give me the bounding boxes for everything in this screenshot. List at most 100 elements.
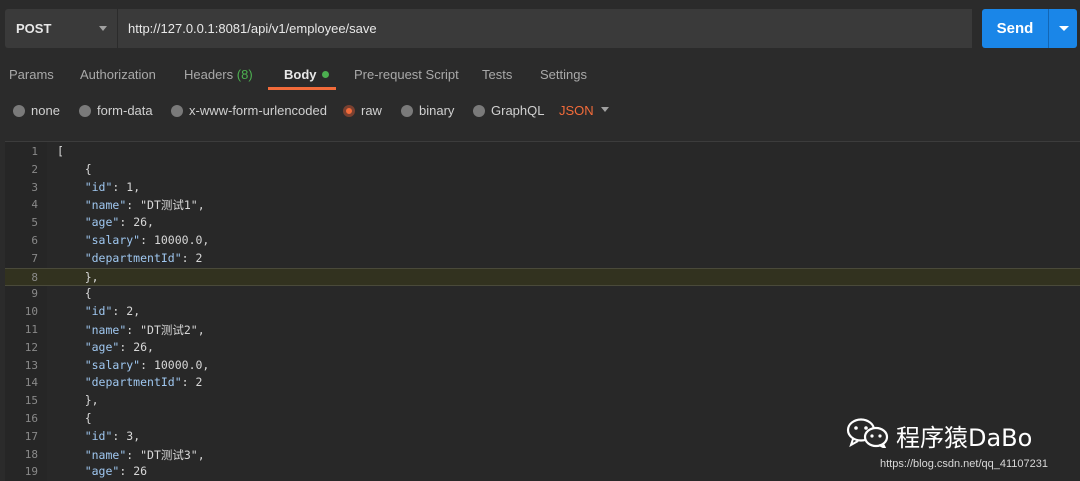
code-line[interactable]: 7 "departmentId": 2 [5, 250, 1080, 268]
code-line[interactable]: 11 "name": "DT测试2", [5, 321, 1080, 339]
radio-icon [79, 104, 91, 117]
radio-icon [473, 104, 485, 117]
code-text: }, [57, 269, 99, 284]
code-line[interactable]: 15 }, [5, 392, 1080, 410]
radio-x-www-form-urlencoded[interactable]: x-www-form-urlencoded [171, 103, 327, 118]
status-dot-icon [321, 71, 329, 79]
send-button[interactable]: Send [982, 9, 1077, 48]
code-line[interactable]: 9 { [5, 285, 1080, 303]
line-number: 17 [24, 429, 38, 443]
code-line[interactable]: 13 "salary": 10000.0, [5, 357, 1080, 375]
tab-tests[interactable]: Tests [482, 67, 512, 82]
code-text: [ [57, 144, 64, 158]
line-number: 9 [31, 287, 38, 301]
tab-label: Params [9, 67, 54, 82]
code-line[interactable]: 1[ [5, 143, 1080, 161]
code-line[interactable]: 6 "salary": 10000.0, [5, 232, 1080, 250]
line-number: 5 [31, 216, 38, 230]
code-text: "name": "DT测试1", [84, 198, 205, 213]
tab-settings[interactable]: Settings [540, 67, 587, 82]
code-text: }, [57, 393, 99, 408]
code-text: "id": 2, [84, 304, 141, 319]
radio-form-data[interactable]: form-data [79, 103, 153, 118]
code-text: { [57, 286, 92, 301]
tab-label: Tests [482, 67, 513, 82]
tab-authorization[interactable]: Authorization [80, 67, 156, 82]
method-label: POST [16, 21, 52, 36]
radio-icon [13, 104, 25, 117]
tab-label: Settings [540, 67, 587, 82]
code-line[interactable]: 14 "departmentId": 2 [5, 374, 1080, 392]
line-number: 10 [24, 305, 38, 319]
watermark-url: https://blog.csdn.net/qq_41107231 [880, 458, 1048, 470]
line-number: 18 [24, 447, 38, 461]
send-divider [1048, 9, 1049, 48]
chevron-down-icon [99, 26, 107, 31]
request-tabs: Params Authorization Headers (8) Body Pr… [0, 60, 1080, 90]
code-line[interactable]: 10 "id": 2, [5, 303, 1080, 321]
tab-pre-request-script[interactable]: Pre-request Script [354, 67, 459, 82]
code-text: "salary": 10000.0, [84, 357, 210, 372]
code-text: "age": 26, [84, 339, 154, 354]
code-text: "age": 26 [84, 464, 148, 479]
line-number: 11 [24, 323, 38, 336]
body-type-options: none form-data x-www-form-urlencoded raw… [0, 98, 1080, 122]
headers-count: (8) [236, 67, 253, 82]
line-number: 19 [24, 465, 38, 479]
format-select[interactable]: JSON [559, 103, 594, 118]
tab-label: Pre-request Script [354, 67, 459, 82]
code-text: "salary": 10000.0, [84, 233, 210, 247]
tab-params[interactable]: Params [9, 67, 54, 82]
request-bar: POST Send [0, 0, 1080, 56]
line-number: 15 [24, 394, 38, 408]
option-label: form-data [97, 103, 153, 118]
radio-none[interactable]: none [13, 103, 60, 118]
code-text: "age": 26, [84, 215, 154, 230]
code-text: "name": "DT测试2", [84, 323, 205, 337]
watermark-title: 程序猿DaBo [896, 424, 1033, 452]
line-number: 14 [24, 376, 38, 390]
code-text: { [57, 411, 92, 425]
code-text: "departmentId": 2 [84, 375, 203, 390]
line-number: 1 [31, 145, 38, 158]
radio-selected-icon [343, 104, 355, 117]
tab-label: Headers [184, 67, 234, 82]
radio-raw[interactable]: raw [343, 103, 382, 118]
code-text: { [57, 161, 92, 176]
line-number: 8 [31, 270, 38, 284]
url-input[interactable] [118, 9, 972, 48]
line-number: 12 [24, 340, 38, 354]
line-number: 2 [31, 162, 38, 176]
code-text: "id": 1, [84, 179, 141, 194]
method-select[interactable]: POST [5, 9, 117, 48]
option-label: none [31, 103, 60, 118]
line-number: 7 [31, 251, 38, 265]
wechat-icon [846, 418, 889, 448]
code-line[interactable]: 2 { [5, 161, 1080, 179]
radio-binary[interactable]: binary [401, 103, 454, 118]
tab-headers[interactable]: Headers (8) [184, 67, 253, 82]
line-number: 16 [24, 412, 38, 425]
option-label: raw [361, 103, 382, 118]
chevron-down-icon[interactable] [601, 107, 609, 112]
option-label: binary [419, 103, 455, 118]
radio-icon [171, 104, 183, 117]
code-line[interactable]: 5 "age": 26, [5, 214, 1080, 232]
option-label: x-www-form-urlencoded [189, 103, 327, 118]
code-line[interactable]: 8 }, [5, 267, 1080, 286]
tab-label: Authorization [80, 67, 156, 82]
code-text: "name": "DT测试3", [84, 447, 205, 462]
tab-label: Body [284, 67, 317, 82]
radio-graphql[interactable]: GraphQL [473, 103, 544, 118]
code-line[interactable]: 12 "age": 26, [5, 339, 1080, 357]
code-line[interactable]: 3 "id": 1, [5, 179, 1080, 197]
line-number: 13 [24, 358, 38, 372]
code-line[interactable]: 4 "name": "DT测试1", [5, 196, 1080, 214]
line-number: 4 [31, 198, 38, 212]
line-number: 3 [31, 180, 38, 194]
radio-icon [401, 104, 413, 117]
code-text: "id": 3, [84, 428, 141, 443]
active-tab-indicator [268, 87, 336, 90]
tab-body[interactable]: Body [284, 67, 329, 82]
chevron-down-icon[interactable] [1059, 26, 1069, 31]
